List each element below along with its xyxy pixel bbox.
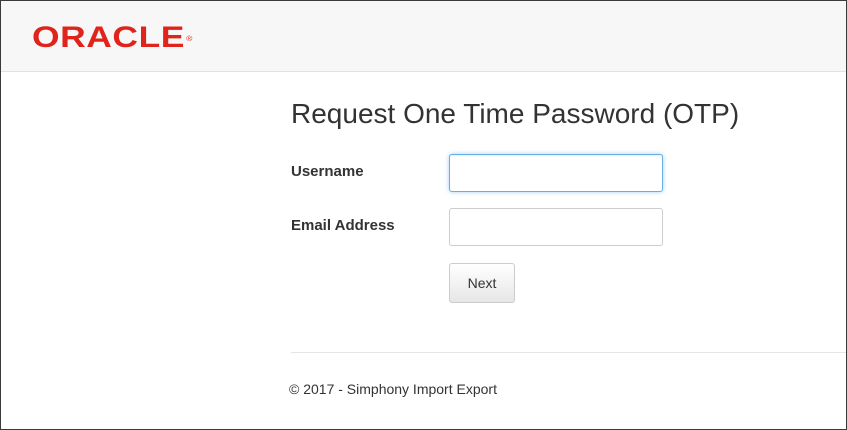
next-button[interactable]: Next (449, 263, 515, 303)
page-title: Request One Time Password (OTP) (291, 98, 740, 129)
header-bar: ORACLE® (1, 1, 846, 72)
username-input[interactable] (449, 154, 663, 192)
logo-text: ORACLE (32, 21, 186, 54)
username-label: Username (291, 163, 364, 180)
footer-copyright: © 2017 - Simphony Import Export (289, 381, 497, 397)
email-input[interactable] (449, 208, 663, 246)
logo-registered-mark: ® (186, 36, 193, 43)
page-frame: ORACLE® Request One Time Password (OTP) … (0, 0, 847, 430)
oracle-logo: ORACLE® (32, 23, 192, 53)
email-label: Email Address (291, 217, 395, 234)
divider (291, 352, 846, 353)
